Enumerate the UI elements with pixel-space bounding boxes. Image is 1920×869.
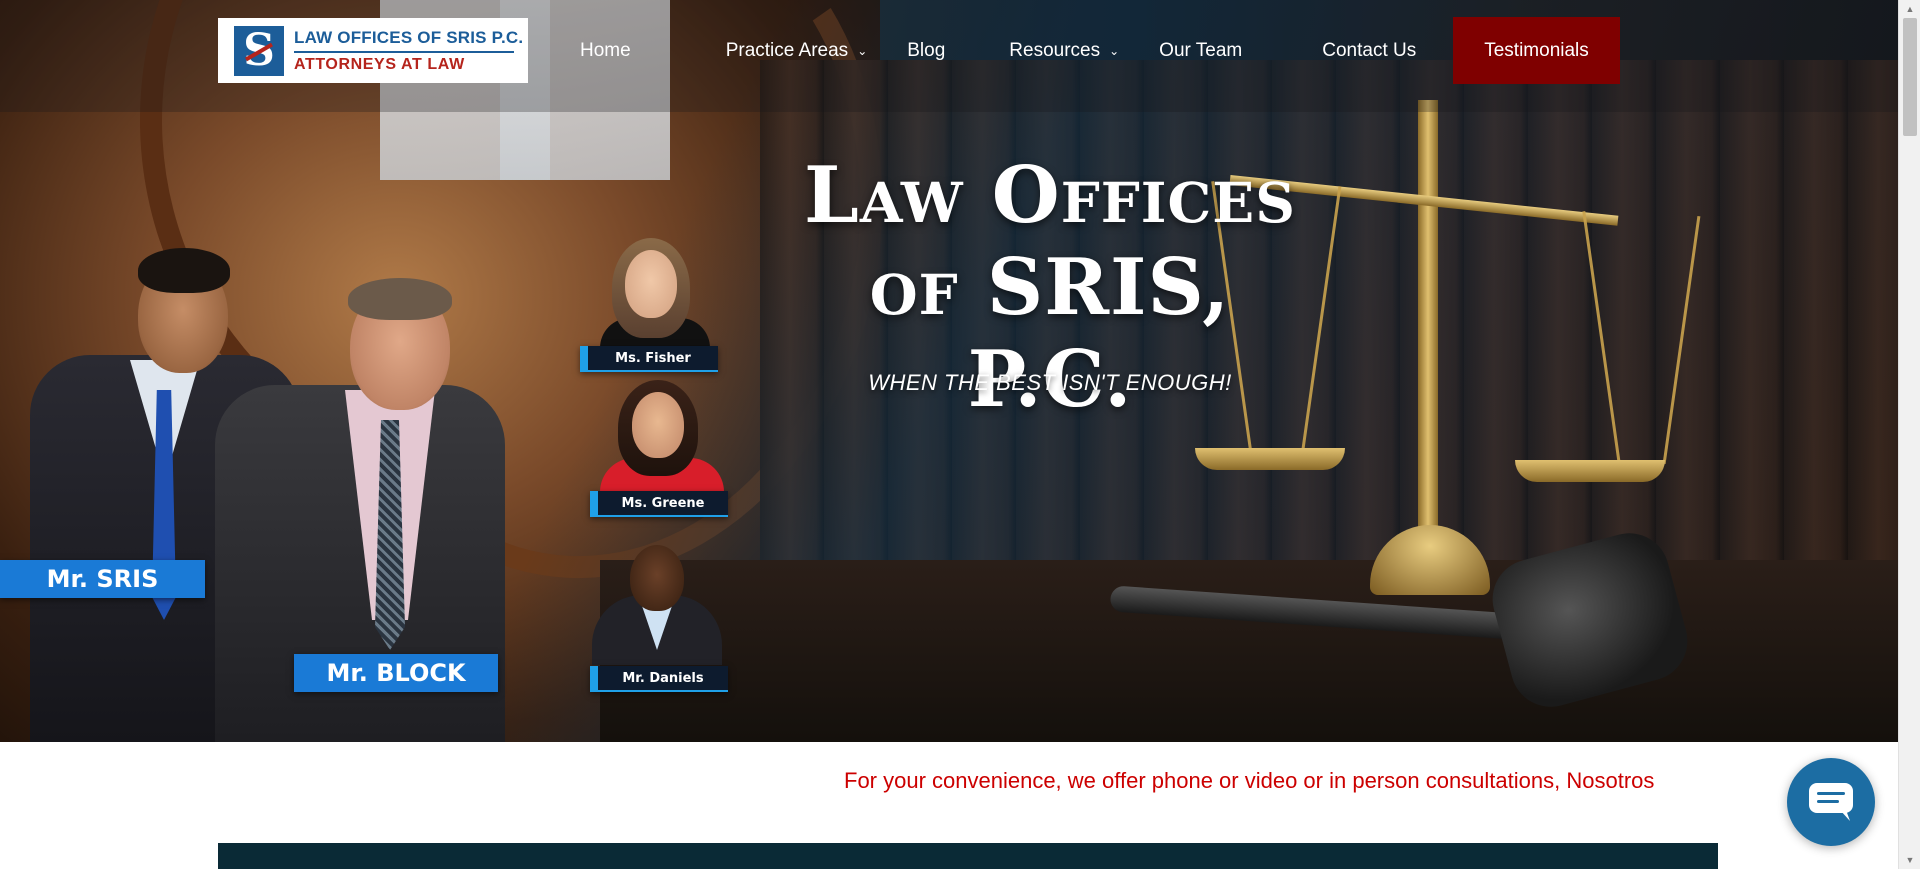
nav-item-home[interactable]: Home	[580, 17, 631, 84]
nav-item-practice-areas[interactable]: Practice Areas ⌄	[726, 17, 868, 84]
attorney-label-greene: Ms. Greene	[590, 491, 728, 517]
attorney-label-fisher: Ms. Fisher	[580, 346, 718, 372]
hero-tagline: WHEN THE BEST ISN'T ENOUGH!	[868, 370, 1232, 395]
logo-mark-icon: S	[234, 25, 284, 76]
headline-line-1: Law Offices	[804, 150, 1296, 241]
chevron-down-icon: ⌄	[1109, 44, 1120, 58]
logo-divider	[294, 50, 514, 53]
page-scrollbar[interactable]: ▲ ▼	[1898, 0, 1920, 869]
content-band	[218, 843, 1718, 869]
logo-subtitle: ATTORNEYS AT LAW	[294, 55, 465, 73]
desk-surface	[600, 560, 1898, 742]
logo-title: LAW OFFICES OF SRIS P.C.	[294, 27, 524, 47]
attorney-label-daniels: Mr. Daniels	[590, 666, 728, 692]
chevron-down-icon: ⌄	[857, 44, 868, 58]
nav-item-resources[interactable]: Resources ⌄	[1009, 17, 1119, 84]
consultation-notice: For your convenience, we offer phone or …	[844, 768, 1655, 793]
chat-bubble-icon	[1809, 783, 1853, 821]
main-nav: Home Practice Areas ⌄ Blog Resources ⌄ Our…	[560, 17, 1620, 84]
headline-line-2: of SRIS, P.C.	[869, 242, 1231, 425]
logo-text: LAW OFFICES OF SRIS P.C. ATTORNEYS AT LA…	[294, 28, 523, 74]
attorney-label-sris: Mr. SRIS	[0, 560, 205, 598]
nav-item-our-team[interactable]: Our Team	[1159, 17, 1242, 84]
site-logo[interactable]: S LAW OFFICES OF SRIS P.C. ATTORNEYS AT …	[218, 18, 528, 83]
scroll-up-icon[interactable]: ▲	[1899, 0, 1920, 18]
nav-item-blog[interactable]: Blog	[907, 17, 945, 84]
chat-button[interactable]	[1787, 758, 1875, 846]
scrollbar-thumb[interactable]	[1903, 18, 1917, 136]
attorney-label-block: Mr. BLOCK	[294, 654, 498, 692]
scroll-down-icon[interactable]: ▼	[1899, 851, 1920, 869]
page: Mr. SRIS Mr. BLOCK Ms. Fisher Ms. Greene	[0, 0, 1920, 869]
nav-item-testimonials[interactable]: Testimonials	[1453, 17, 1620, 84]
nav-item-contact-us[interactable]: Contact Us	[1322, 17, 1416, 84]
